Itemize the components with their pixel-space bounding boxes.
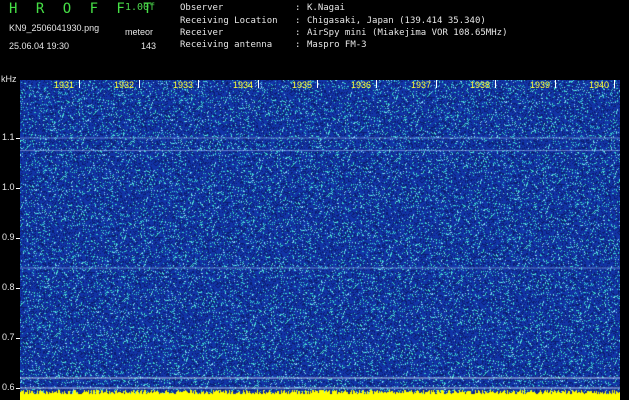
version-label: 1.00f [125, 2, 156, 13]
count-label: 143 [141, 41, 157, 51]
location-value: Chigasaki, Japan (139.414 35.340) [307, 16, 486, 26]
location-row: Receiving Location: Chigasaki, Japan (139… [180, 16, 486, 26]
y-tick-label-0.8: 0.8 [2, 282, 15, 292]
receiver-key: Receiver [180, 28, 224, 38]
y-tick-1.0 [16, 188, 20, 189]
y-tick-label-0.7: 0.7 [2, 332, 15, 342]
x-tick-1932 [139, 80, 140, 88]
observer-row: Observer: K.Nagai [180, 3, 345, 13]
x-tick-1940 [614, 80, 615, 88]
x-tick-1936 [376, 80, 377, 88]
y-tick-0.9 [16, 238, 20, 239]
y-axis-unit: kHz [1, 74, 17, 84]
receiver-row: Receiver: AirSpy mini (Miakejima VOR 108.… [180, 28, 507, 38]
location-separator: : [295, 16, 301, 26]
y-tick-0.6 [16, 388, 20, 389]
antenna-key: Receiving antenna [180, 40, 273, 50]
x-tick-label-1935: 1935 [292, 80, 313, 90]
y-tick-0.7 [16, 338, 20, 339]
mode-label: meteor [125, 27, 154, 37]
receiver-value: AirSpy mini (Miakejima VOR 108.65MHz) [307, 28, 508, 38]
antenna-separator: : [295, 40, 301, 50]
observer-value: K.Nagai [307, 3, 345, 13]
observer-key: Observer [180, 3, 224, 13]
x-tick-1931 [79, 80, 80, 88]
x-tick-1934 [258, 80, 259, 88]
x-tick-label-1939: 1939 [530, 80, 551, 90]
y-tick-1.1 [16, 138, 20, 139]
spectrogram-canvas [20, 80, 620, 400]
file-name: KN9_2506041930.png [9, 23, 100, 33]
x-tick-label-1934: 1934 [233, 80, 254, 90]
y-tick-label-1.1: 1.1 [2, 132, 15, 142]
x-tick-1933 [198, 80, 199, 88]
y-tick-label-0.6: 0.6 [2, 382, 15, 392]
x-tick-label-1932: 1932 [114, 80, 135, 90]
x-tick-1937 [436, 80, 437, 88]
x-tick-label-1937: 1937 [411, 80, 432, 90]
observer-separator: : [295, 3, 301, 13]
x-tick-label-1940: 1940 [589, 80, 610, 90]
y-tick-label-1.0: 1.0 [2, 182, 15, 192]
y-tick-label-0.9: 0.9 [2, 232, 15, 242]
x-tick-1939 [555, 80, 556, 88]
datetime-label: 25.06.04 19:30 [9, 41, 70, 51]
x-tick-1938 [495, 80, 496, 88]
x-tick-1935 [317, 80, 318, 88]
antenna-value: Maspro FM-3 [307, 40, 367, 50]
header-panel: H R O F F T 1.00f KN9_2506041930.png met… [0, 0, 629, 77]
x-tick-label-1936: 1936 [351, 80, 372, 90]
x-tick-label-1933: 1933 [173, 80, 194, 90]
y-tick-0.8 [16, 288, 20, 289]
location-key: Receiving Location [180, 16, 278, 26]
antenna-row: Receiving antenna: Maspro FM-3 [180, 40, 367, 50]
x-tick-label-1938: 1938 [470, 80, 491, 90]
x-tick-label-1931: 1931 [54, 80, 75, 90]
receiver-separator: : [295, 28, 301, 38]
